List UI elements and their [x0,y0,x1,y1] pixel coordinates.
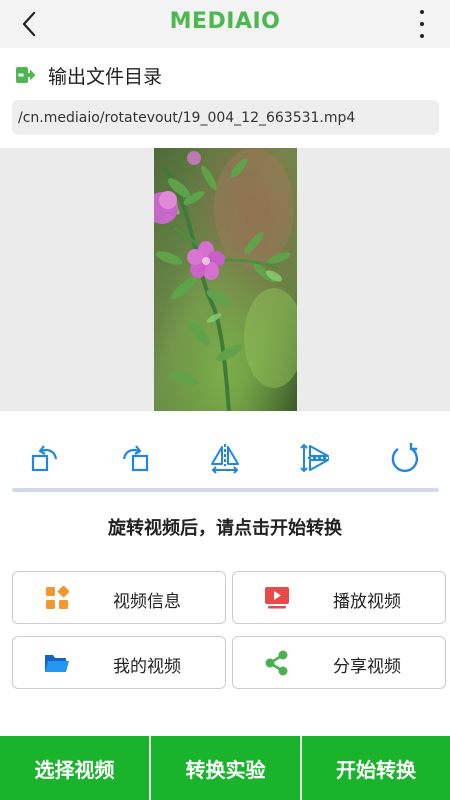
share-video-button[interactable]: 分享视频 [232,636,446,689]
app-screen: MEDIAIO 输出文件目录 /cn.mediaio/rotatevout/19… [0,0,450,800]
rotate-toolbar [0,436,450,480]
share-video-label: 分享视频 [333,657,401,677]
flip-horizontal-icon [211,444,239,474]
select-video-button[interactable]: 选择视频 [0,736,149,800]
rotate-left-button[interactable] [23,436,67,480]
more-dot [420,22,424,26]
bottom-action-bar: 选择视频 转换实验 开始转换 [0,736,450,800]
play-screen-icon [263,585,291,611]
app-title: MEDIAIO [169,9,281,34]
my-videos-label: 我的视频 [113,657,181,677]
rotate-right-button[interactable] [113,436,157,480]
my-videos-button[interactable]: 我的视频 [12,636,226,689]
more-menu-button[interactable] [416,10,428,38]
video-thumbnail [154,148,297,411]
more-vertical-icon [420,10,424,14]
app-header: MEDIAIO [0,0,450,48]
rotate-right-icon [122,445,149,472]
play-video-button[interactable]: 播放视频 [232,571,446,624]
grid-info-icon [43,585,71,611]
flip-vertical-button[interactable] [293,436,337,480]
reset-rotation-icon [391,443,419,473]
rotate-left-icon [31,445,58,472]
reset-rotation-button[interactable] [383,436,427,480]
output-directory-label: 输出文件目录 [48,65,163,88]
conversion-experiment-button[interactable]: 转换实验 [151,736,300,800]
flip-vertical-icon [300,443,329,473]
video-preview [0,148,450,411]
output-directory-row: 输出文件目录 [14,62,162,88]
video-info-label: 视频信息 [113,592,181,612]
flip-horizontal-button[interactable] [203,436,247,480]
instruction-text: 旋转视频后，请点击开始转换 [108,518,342,539]
play-video-label: 播放视频 [333,592,401,612]
more-dot [420,34,424,38]
output-path-field[interactable]: /cn.mediaio/rotatevout/19_004_12_663531.… [12,100,439,135]
folder-open-icon [43,650,71,676]
start-conversion-button[interactable]: 开始转换 [302,736,450,800]
video-info-button[interactable]: 视频信息 [12,571,226,624]
share-icon [263,650,291,676]
toolbar-divider [12,488,439,492]
export-icon [16,67,36,83]
